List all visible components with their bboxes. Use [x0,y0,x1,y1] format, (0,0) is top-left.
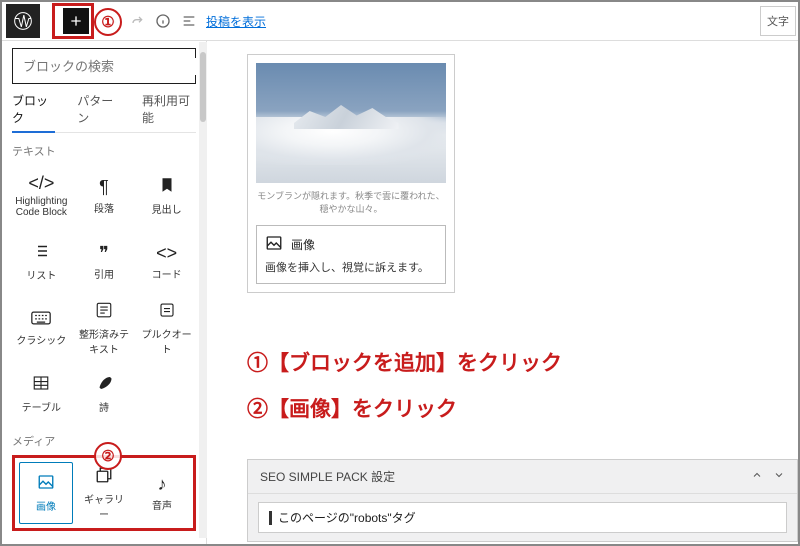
preview-thumbnail [256,63,446,183]
panel-scrollbar[interactable] [199,42,207,538]
chevron-up-icon[interactable] [751,469,763,484]
block-image[interactable]: 画像 [19,462,73,524]
table-icon [32,374,50,395]
tab-patterns[interactable]: パターン [77,92,120,126]
preview-description: 画像を挿入し、視覚に訴えます。 [265,259,437,275]
feather-icon [95,374,113,395]
annotation-circle-1: ① [94,8,122,36]
preview-title: 画像 [291,236,315,253]
chevrons-icon: <> [156,244,177,262]
block-pullquote[interactable]: プルクオート [137,297,196,359]
section-text-label: テキスト [12,143,196,159]
image-icon [37,473,55,494]
quote-icon: ❞ [99,244,109,262]
block-highlighting[interactable]: </>Highlighting Code Block [12,165,71,227]
char-panel-button[interactable]: 文字 [760,6,796,36]
metabox-title: SEO SIMPLE PACK 設定 [260,468,395,485]
code-icon: </> [28,174,54,192]
seo-metabox: SEO SIMPLE PACK 設定 このページの"robots"タグ [247,459,798,542]
block-code[interactable]: <>コード [137,231,196,293]
block-list[interactable]: リスト [12,231,71,293]
preview-meta: 画像 画像を挿入し、視覚に訴えます。 [256,225,446,284]
tab-blocks[interactable]: ブロック [12,92,55,133]
search-input[interactable] [21,58,201,75]
view-post-link[interactable]: 投稿を表示 [206,13,266,30]
pullquote-icon [158,301,176,322]
instruction-text: ①【ブロックを追加】をクリック ②【画像】をクリック [247,341,780,433]
add-block-button[interactable] [63,8,89,34]
outline-icon[interactable] [180,13,198,29]
preview-caption: モンブランが隠れます。秋季で雲に覆われた、穏やかな山々。 [256,189,446,215]
block-verse[interactable]: 詩 [75,363,134,425]
instruction-line-2: ②【画像】をクリック [247,387,780,433]
metabox-field-label: このページの"robots"タグ [258,502,787,533]
tab-reusable[interactable]: 再利用可能 [142,92,196,126]
instruction-line-1: ①【ブロックを追加】をクリック [247,341,780,387]
audio-icon: ♪ [158,475,167,493]
block-preformatted[interactable]: 整形済みテキスト [75,297,134,359]
list-icon [32,242,50,263]
block-audio[interactable]: ♪音声 [135,462,189,524]
info-icon[interactable] [154,13,172,29]
text-blocks-grid: </>Highlighting Code Block ¶段落 見出し リスト ❞… [12,165,196,425]
block-preview-card: モンブランが隠れます。秋季で雲に覆われた、穏やかな山々。 画像 画像を挿入し、視… [247,54,455,293]
preformatted-icon [95,301,113,322]
block-search[interactable] [12,48,196,84]
metabox-header[interactable]: SEO SIMPLE PACK 設定 [248,460,797,494]
block-heading[interactable]: 見出し [137,165,196,227]
pilcrow-icon: ¶ [99,178,109,196]
keyboard-icon [31,310,51,328]
chevron-down-icon[interactable] [773,469,785,484]
wordpress-logo[interactable] [6,4,40,38]
annotation-circle-2: ② [94,442,122,470]
annotation-box-1 [52,3,94,39]
bookmark-icon [158,176,176,197]
editor-frame: 投稿を表示 文字 ① ブロック パターン 再利用可能 テキスト </>Highl… [0,0,800,546]
redo-icon[interactable] [128,13,146,29]
block-table[interactable]: テーブル [12,363,71,425]
inserter-tabs: ブロック パターン 再利用可能 [12,92,196,133]
block-classic[interactable]: クラシック [12,297,71,359]
image-icon [265,234,283,255]
editor-canvas: モンブランが隠れます。秋季で雲に覆われた、穏やかな山々。 画像 画像を挿入し、視… [207,40,798,544]
block-gallery[interactable]: ギャラリー [77,462,131,524]
block-quote[interactable]: ❞引用 [75,231,134,293]
block-paragraph[interactable]: ¶段落 [75,165,134,227]
